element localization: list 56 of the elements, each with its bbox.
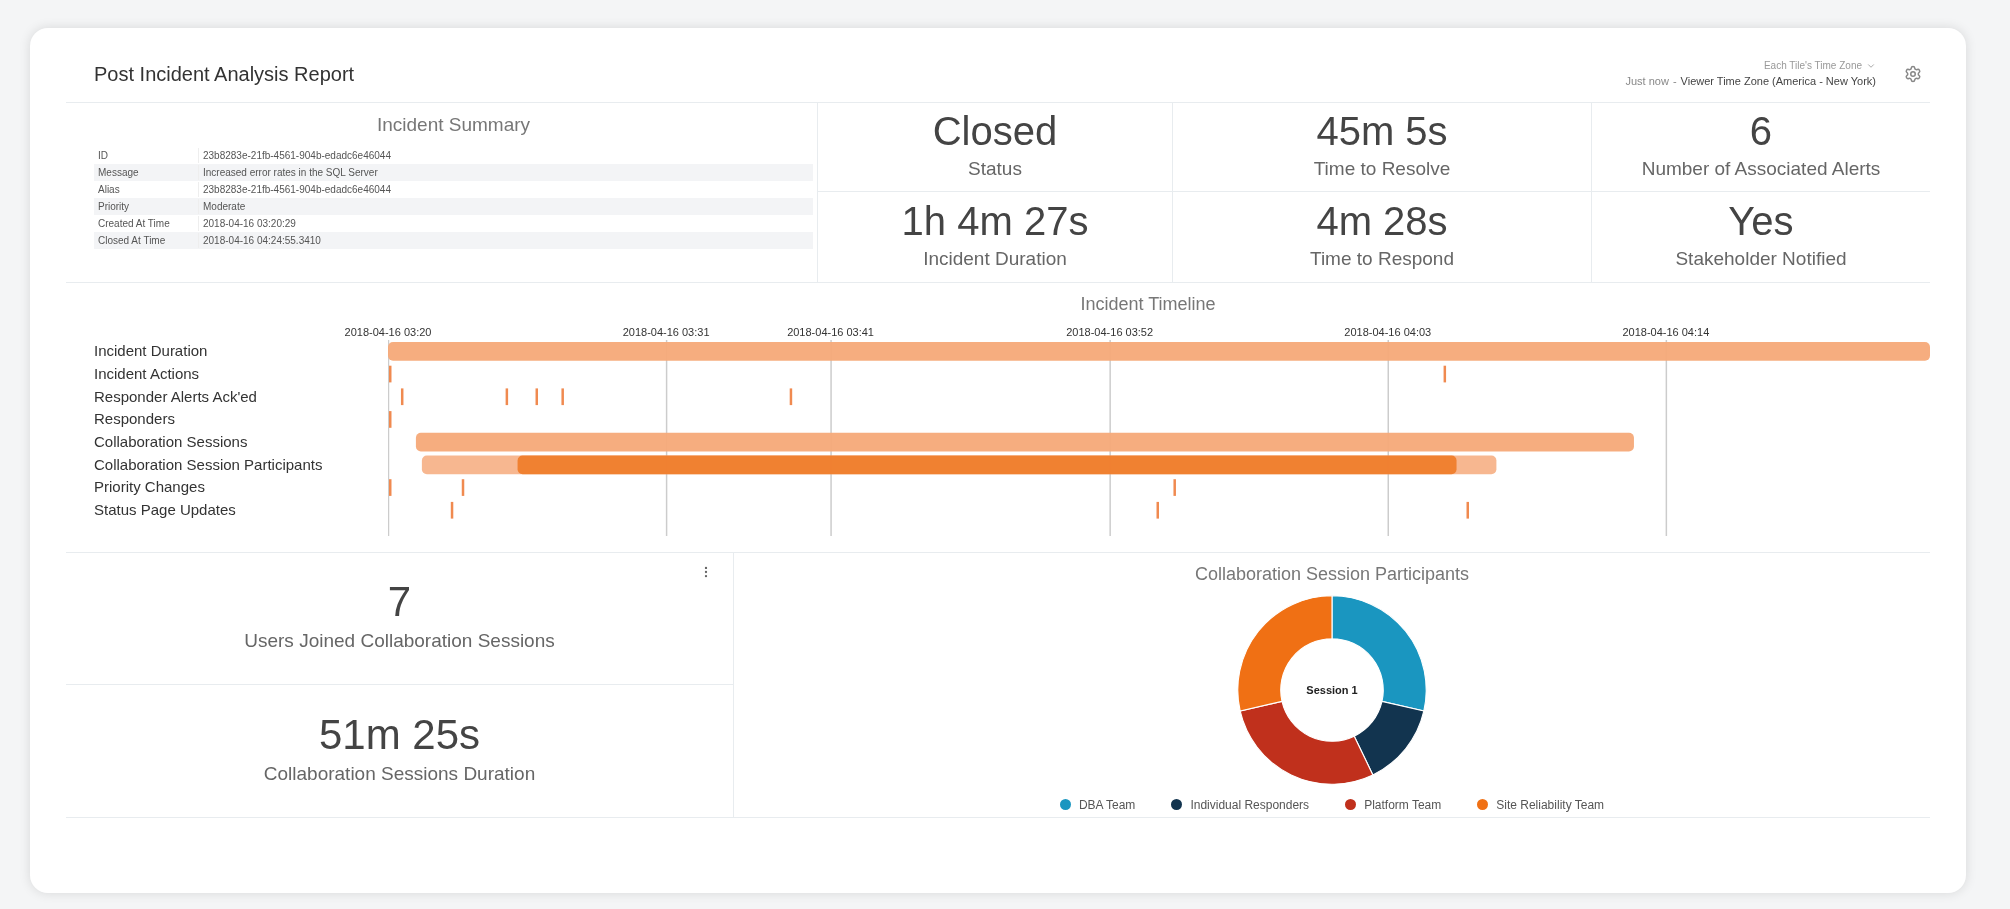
table-cell: Moderate — [198, 199, 246, 214]
kpi-label: Incident Duration — [923, 246, 1067, 271]
kpi-value: 6 — [1749, 110, 1773, 151]
table-cell-text: Alias — [97, 183, 121, 197]
table-cell-text: Priority — [97, 200, 131, 214]
kpi-label: Time to Respond — [1310, 246, 1454, 271]
kpi-value: 45m 5s — [1316, 110, 1448, 151]
legend-label: Individual Responders — [1190, 796, 1310, 814]
table-cell-text: ID — [97, 149, 109, 163]
kpi-label: Collaboration Sessions Duration — [263, 761, 536, 786]
table-cell: 23b8283e-21fb-4561-904b-edadc6e46044 — [198, 148, 391, 163]
axis-tick-label: 2018-04-16 03:20 — [344, 324, 432, 340]
kpi-value: 1h 4m 27s — [901, 200, 1089, 241]
table-cell-text: Created At Time — [97, 217, 171, 231]
section-title: Incident Summary — [375, 112, 532, 137]
legend-label: Platform Team — [1364, 796, 1442, 814]
kpi-label: Users Joined Collaboration Sessions — [244, 629, 555, 653]
section-title: Incident Timeline — [1079, 292, 1217, 316]
kpi-value: 51m 25s — [318, 713, 481, 756]
table-cell-text: Closed At Time — [97, 234, 167, 248]
kpi-value: 4m 28s — [1316, 200, 1448, 241]
table-cell: Increased error rates in the SQL Server — [198, 165, 378, 180]
refresh-time: Just now — [1625, 74, 1669, 89]
report-title: Post Incident Analysis Report — [94, 61, 355, 87]
timeline-row-label: Collaboration Session Participants — [94, 454, 324, 475]
axis-tick-label: 2018-04-16 03:31 — [622, 324, 710, 340]
timeline-row-label: Status Page Updates — [94, 500, 237, 521]
kpi-label: Time to Resolve — [1313, 156, 1451, 181]
axis-tick-label: 2018-04-16 03:41 — [787, 324, 874, 340]
donut-center-label: Session 1 — [1306, 682, 1358, 698]
axis-tick-label: 2018-04-16 04:14 — [1622, 324, 1710, 340]
legend-label: Site Reliability Team — [1496, 796, 1605, 814]
chart-title: Collaboration Session Participants — [1194, 562, 1470, 586]
timeline-row-label: Incident Duration — [94, 341, 209, 362]
table-cell-text: Message — [97, 166, 140, 180]
timeline-row-label: Responder Alerts Ack'ed — [94, 386, 258, 407]
axis-tick-label: 2018-04-16 03:52 — [1066, 324, 1154, 340]
axis-tick-label: 2018-04-16 04:03 — [1344, 324, 1432, 340]
timeline-row-label: Incident Actions — [94, 364, 201, 385]
table-cell: 23b8283e-21fb-4561-904b-edadc6e46044 — [198, 182, 391, 197]
settings-icon[interactable] — [1904, 64, 1922, 83]
timeline-row-label: Priority Changes — [94, 477, 206, 498]
timezone-dropdown[interactable]: Each Tile's Time Zone — [1763, 58, 1876, 73]
table-cell: 2018-04-16 03:20:29 — [198, 216, 296, 231]
kpi-value: Closed — [932, 110, 1058, 151]
kpi-label: Status — [968, 156, 1022, 181]
timeline-row-label: Responders — [94, 409, 176, 430]
kpi-label: Stakeholder Notified — [1675, 246, 1847, 271]
timezone-label: Viewer Time Zone (America - New York) — [1680, 74, 1876, 89]
kpi-value: 7 — [387, 581, 412, 623]
kpi-label: Number of Associated Alerts — [1641, 156, 1881, 181]
legend-label: DBA Team — [1078, 796, 1136, 814]
table-cell: 2018-04-16 04:24:55.3410 — [198, 233, 321, 248]
kpi-value: Yes — [1728, 200, 1794, 241]
timeline-row-label: Collaboration Sessions — [94, 432, 249, 453]
separator: - — [1672, 74, 1677, 89]
